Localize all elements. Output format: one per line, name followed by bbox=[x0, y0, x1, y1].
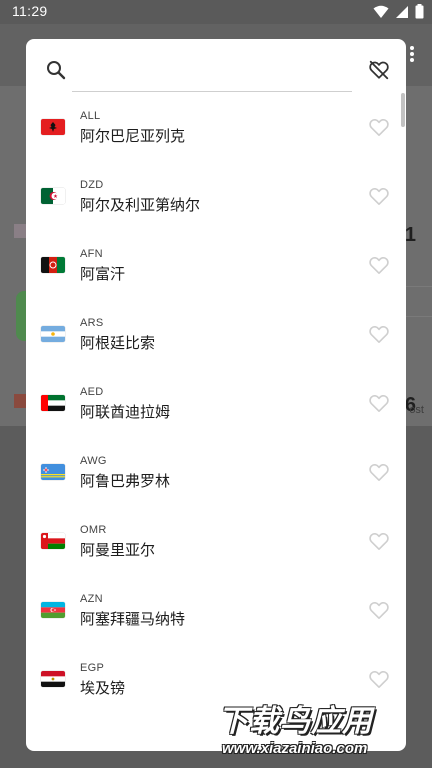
heart-outline-icon[interactable] bbox=[368, 669, 390, 689]
currency-code: AED bbox=[80, 386, 104, 398]
currency-code: ARS bbox=[80, 317, 104, 329]
aruba-flag-icon bbox=[41, 464, 65, 480]
heart-outline-icon[interactable] bbox=[368, 531, 390, 551]
currency-item-all[interactable]: ALL 阿尔巴尼亚列克 bbox=[26, 101, 406, 170]
search-bar bbox=[26, 39, 406, 99]
currency-name: 阿曼里亚尔 bbox=[80, 541, 156, 559]
currency-item-azn[interactable]: AZN 阿塞拜疆马纳特 bbox=[26, 584, 406, 653]
wifi-icon bbox=[373, 4, 389, 23]
currency-name: 阿尔及利亚第纳尔 bbox=[80, 196, 201, 214]
search-icon[interactable] bbox=[46, 60, 66, 80]
currency-name: 阿尔巴尼亚列克 bbox=[80, 127, 186, 145]
status-bar: 11:29 bbox=[0, 0, 432, 24]
search-underline bbox=[72, 91, 352, 92]
egypt-flag-icon bbox=[41, 671, 65, 687]
status-icons bbox=[373, 4, 424, 23]
algeria-flag-icon bbox=[41, 188, 65, 204]
status-time: 11:29 bbox=[12, 3, 48, 19]
currency-name: 埃及镑 bbox=[80, 679, 126, 697]
heart-off-icon[interactable] bbox=[368, 59, 390, 81]
heart-outline-icon[interactable] bbox=[368, 600, 390, 620]
oman-flag-icon bbox=[41, 533, 65, 549]
heart-outline-icon[interactable] bbox=[368, 117, 390, 137]
background-value: 1 bbox=[404, 224, 416, 246]
scrollbar[interactable] bbox=[401, 93, 405, 127]
currency-code: OMR bbox=[80, 524, 107, 536]
signal-icon bbox=[395, 4, 409, 23]
currency-item-omr[interactable]: OMR 阿曼里亚尔 bbox=[26, 515, 406, 584]
azerbaijan-flag-icon bbox=[41, 602, 65, 618]
currency-item-awg[interactable]: AWG 阿鲁巴弗罗林 bbox=[26, 446, 406, 515]
currency-name: 阿联酋迪拉姆 bbox=[80, 403, 171, 421]
currency-code: AZN bbox=[80, 593, 103, 605]
currency-name: 阿鲁巴弗罗林 bbox=[80, 472, 171, 490]
divider bbox=[406, 286, 432, 287]
uae-flag-icon bbox=[41, 395, 65, 411]
albania-flag-icon bbox=[41, 119, 65, 135]
watermark-main-text: 下载鸟应用 bbox=[218, 704, 373, 739]
background-partial-text: ost bbox=[409, 404, 424, 416]
currency-item-ars[interactable]: ARS 阿根廷比索 bbox=[26, 308, 406, 377]
currency-code: DZD bbox=[80, 179, 104, 191]
currency-picker-dialog: ALL 阿尔巴尼亚列克 DZD 阿尔及利亚第纳尔 AFN 阿富汗 ARS 阿根廷比索 AED 阿联… bbox=[26, 39, 406, 751]
battery-icon bbox=[415, 4, 424, 23]
watermark: 下载鸟应用 www.xiazainiao.com bbox=[212, 692, 432, 768]
argentina-flag-icon bbox=[41, 326, 65, 342]
currency-name: 阿根廷比索 bbox=[80, 334, 156, 352]
currency-code: AWG bbox=[80, 455, 107, 467]
currency-item-aed[interactable]: AED 阿联酋迪拉姆 bbox=[26, 377, 406, 446]
search-input[interactable] bbox=[78, 57, 350, 83]
watermark-sub-text: www.xiazainiao.com bbox=[222, 740, 368, 757]
heart-outline-icon[interactable] bbox=[368, 462, 390, 482]
currency-item-dzd[interactable]: DZD 阿尔及利亚第纳尔 bbox=[26, 170, 406, 239]
currency-code: EGP bbox=[80, 662, 105, 674]
heart-outline-icon[interactable] bbox=[368, 255, 390, 275]
currency-name: 阿富汗 bbox=[80, 265, 126, 283]
heart-outline-icon[interactable] bbox=[368, 324, 390, 344]
afghanistan-flag-icon bbox=[41, 257, 65, 273]
heart-outline-icon[interactable] bbox=[368, 393, 390, 413]
currency-code: AFN bbox=[80, 248, 103, 260]
currency-item-afn[interactable]: AFN 阿富汗 bbox=[26, 239, 406, 308]
currency-list: ALL 阿尔巴尼亚列克 DZD 阿尔及利亚第纳尔 AFN 阿富汗 ARS 阿根廷比索 AED 阿联… bbox=[26, 101, 406, 751]
divider bbox=[406, 316, 432, 317]
currency-name: 阿塞拜疆马纳特 bbox=[80, 610, 186, 628]
heart-outline-icon[interactable] bbox=[368, 186, 390, 206]
currency-code: ALL bbox=[80, 110, 101, 122]
overflow-menu-icon bbox=[410, 46, 414, 62]
